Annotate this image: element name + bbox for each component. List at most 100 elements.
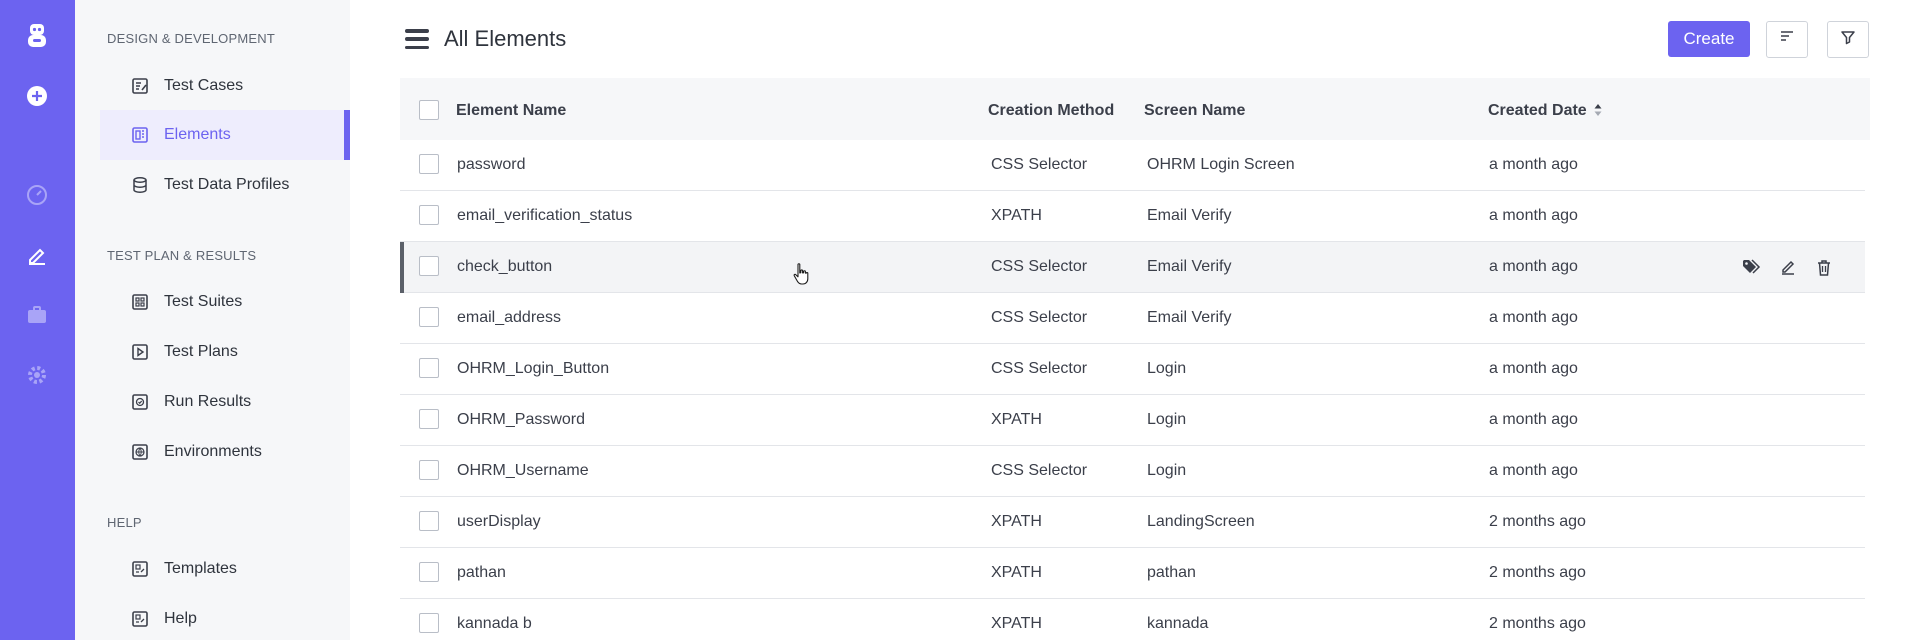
creation-method-cell: CSS Selector: [991, 258, 1088, 275]
test-cases-icon: [130, 76, 150, 96]
page-title: All Elements: [444, 26, 567, 51]
nav-item-elements[interactable]: Elements: [100, 110, 350, 160]
elements-table: Element Name Creation Method Screen Name…: [400, 78, 1870, 640]
sort-button[interactable]: [1766, 21, 1808, 58]
element-name-cell[interactable]: userDisplay: [457, 513, 541, 531]
column-header-screen-name[interactable]: Screen Name: [1144, 102, 1245, 120]
element-name-cell[interactable]: email_address: [457, 309, 561, 327]
row-checkbox[interactable]: [419, 205, 439, 225]
creation-method-cell: CSS Selector: [991, 462, 1088, 479]
created-date-cell: a month ago: [1489, 309, 1578, 326]
sort-caret-icon: [1594, 104, 1602, 116]
briefcase-icon[interactable]: [22, 300, 52, 330]
created-date-cell: 2 months ago: [1489, 564, 1586, 581]
row-checkbox[interactable]: [419, 409, 439, 429]
table-row[interactable]: check_button CSS Selector Email Verify a mo…: [400, 242, 1865, 293]
created-date-cell: a month ago: [1489, 258, 1578, 275]
nav-item-templates[interactable]: Templates: [100, 544, 350, 594]
screen-name-cell: LandingScreen: [1147, 513, 1255, 530]
element-name-cell[interactable]: pathan: [457, 564, 506, 582]
nav-label: Templates: [164, 560, 237, 577]
sort-icon: [1779, 29, 1795, 50]
add-icon[interactable]: [22, 81, 52, 111]
settings-gear-icon[interactable]: [22, 360, 52, 390]
table-row[interactable]: kannada b XPATH kannada 2 months ago: [400, 599, 1865, 640]
select-all-checkbox[interactable]: [419, 100, 439, 120]
creation-method-cell: CSS Selector: [991, 156, 1088, 173]
tag-icon[interactable]: [1741, 256, 1763, 278]
creation-method-cell: XPATH: [991, 411, 1042, 428]
nav-label: Run Results: [164, 393, 252, 410]
screen-name-cell: Email Verify: [1147, 309, 1232, 326]
screen-name-cell: Login: [1147, 462, 1187, 479]
row-checkbox[interactable]: [419, 460, 439, 480]
filter-icon: [1840, 29, 1856, 50]
creation-method-cell: XPATH: [991, 207, 1042, 224]
column-header-creation-method[interactable]: Creation Method: [988, 102, 1114, 120]
table-row[interactable]: email_address CSS Selector Email Verify a m…: [400, 293, 1865, 344]
robot-logo-icon[interactable]: [22, 20, 52, 50]
row-checkbox[interactable]: [419, 256, 439, 276]
table-row[interactable]: OHRM_Password XPATH Login a month ago: [400, 395, 1865, 446]
menu-toggle-icon[interactable]: [405, 27, 429, 51]
run-results-icon: [130, 392, 150, 412]
nav-item-test-data-profiles[interactable]: Test Data Profiles: [100, 160, 350, 210]
table-row[interactable]: OHRM_Login_Button CSS Selector Login a mont…: [400, 344, 1865, 395]
nav-item-environments[interactable]: Environments: [100, 427, 350, 477]
element-name-cell[interactable]: OHRM_Username: [457, 462, 589, 480]
row-checkbox[interactable]: [419, 358, 439, 378]
dashboard-icon[interactable]: [22, 180, 52, 210]
section-title-test-plan: TEST PLAN & RESULTS: [107, 248, 257, 263]
row-checkbox[interactable]: [419, 154, 439, 174]
row-checkbox[interactable]: [419, 307, 439, 327]
creation-method-cell: CSS Selector: [991, 309, 1088, 326]
nav-item-test-suites[interactable]: Test Suites: [100, 277, 350, 327]
row-checkbox[interactable]: [419, 511, 439, 531]
nav-label: Elements: [164, 126, 231, 143]
nav-label: Help: [164, 610, 197, 627]
created-date-cell: a month ago: [1489, 156, 1578, 173]
nav-item-test-cases[interactable]: Test Cases: [100, 61, 350, 111]
element-name-cell[interactable]: password: [457, 156, 525, 174]
nav-label: Test Cases: [164, 77, 244, 94]
element-name-cell[interactable]: check_button: [457, 258, 552, 276]
column-header-created-date[interactable]: Created Date: [1488, 102, 1603, 120]
screen-name-cell: Email Verify: [1147, 258, 1232, 275]
row-checkbox[interactable]: [419, 613, 439, 633]
creation-method-cell: CSS Selector: [991, 360, 1088, 377]
row-actions: [1741, 256, 1835, 278]
element-name-cell[interactable]: OHRM_Login_Button: [457, 360, 609, 378]
nav-label: Test Data Profiles: [164, 176, 290, 193]
screen-name-cell: Email Verify: [1147, 207, 1232, 224]
element-name-cell[interactable]: OHRM_Password: [457, 411, 585, 429]
filter-button[interactable]: [1827, 21, 1869, 58]
templates-icon: [130, 559, 150, 579]
element-name-cell[interactable]: kannada b: [457, 615, 532, 633]
table-row[interactable]: OHRM_Username CSS Selector Login a month ag…: [400, 446, 1865, 497]
created-date-cell: 2 months ago: [1489, 615, 1586, 632]
edit-icon[interactable]: [1777, 256, 1799, 278]
nav-item-help[interactable]: Help: [100, 594, 350, 640]
test-suites-icon: [130, 292, 150, 312]
test-plans-icon: [130, 342, 150, 362]
nav-item-test-plans[interactable]: Test Plans: [100, 327, 350, 377]
row-checkbox[interactable]: [419, 562, 439, 582]
element-name-cell[interactable]: email_verification_status: [457, 207, 632, 225]
create-button[interactable]: Create: [1668, 21, 1750, 57]
table-row[interactable]: password CSS Selector OHRM Login Screen a m…: [400, 140, 1865, 191]
edit-pencil-icon[interactable]: [22, 240, 52, 270]
column-header-element-name[interactable]: Element Name: [456, 102, 566, 120]
nav-label: Test Plans: [164, 343, 238, 360]
elements-icon: [130, 125, 150, 145]
table-row[interactable]: email_verification_status XPATH Email Veri…: [400, 191, 1865, 242]
created-date-cell: a month ago: [1489, 207, 1578, 224]
table-row[interactable]: pathan XPATH pathan 2 months ago: [400, 548, 1865, 599]
creation-method-cell: XPATH: [991, 513, 1042, 530]
section-title-help: HELP: [107, 515, 142, 530]
delete-icon[interactable]: [1813, 256, 1835, 278]
table-row[interactable]: userDisplay XPATH LandingScreen 2 months ag…: [400, 497, 1865, 548]
screen-name-cell: pathan: [1147, 564, 1196, 581]
database-icon: [130, 175, 150, 195]
nav-item-run-results[interactable]: Run Results: [100, 377, 350, 427]
creation-method-cell: XPATH: [991, 615, 1042, 632]
